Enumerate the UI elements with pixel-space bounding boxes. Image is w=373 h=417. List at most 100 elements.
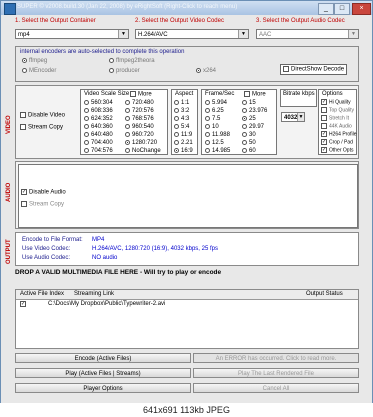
radio-button[interactable] [174, 148, 179, 153]
video-option-checkbox[interactable]: Other Opts [321, 147, 353, 153]
col-active[interactable]: Active [20, 291, 36, 297]
radio-button[interactable] [84, 108, 89, 113]
title-bar[interactable]: SUPER © v2008.build.30 (Jan 22, 2008) by… [1, 1, 372, 15]
scale-option[interactable]: 720:480 [125, 100, 154, 106]
checkbox[interactable] [321, 139, 327, 145]
scale-option[interactable]: 608:336 [84, 108, 113, 114]
radio-button[interactable] [125, 132, 130, 137]
radio-button[interactable] [242, 108, 247, 113]
fps-option[interactable]: 7.5 [205, 116, 220, 122]
audio-stream-copy-checkbox[interactable]: Stream Copy [21, 201, 64, 208]
disable-audio-checkbox[interactable]: Disable Audio [21, 189, 66, 196]
play-button[interactable]: Play (Active Files | Streams) [15, 368, 191, 378]
scale-more-checkbox[interactable]: More [130, 91, 152, 98]
radio-button[interactable] [205, 124, 210, 129]
radio-button[interactable] [242, 140, 247, 145]
scale-option[interactable]: 960:540 [125, 124, 154, 130]
scale-option[interactable]: NoChange [125, 148, 161, 154]
checkbox[interactable] [321, 131, 327, 137]
file-list[interactable]: Active File Index Streaming Link Output … [15, 289, 359, 349]
fps-option[interactable]: 10 [205, 124, 219, 130]
table-row[interactable]: 1 C:\Docs\My Dropbox\Public\Typewriter-2… [20, 301, 356, 309]
checkbox[interactable] [321, 115, 327, 121]
video-option-checkbox[interactable]: 44K Audio [321, 123, 352, 129]
radio-button[interactable] [174, 108, 179, 113]
radio-button[interactable] [125, 100, 130, 105]
fps-option[interactable]: 30 [242, 132, 256, 138]
radio-button[interactable] [205, 108, 210, 113]
video-stream-copy-checkbox[interactable]: Stream Copy [20, 124, 63, 131]
fps-option[interactable]: 60 [242, 148, 256, 154]
error-message-button[interactable]: An ERROR has occurred. Click to read mor… [193, 353, 359, 363]
audio-codec-select[interactable]: AAC ▼ [256, 29, 359, 39]
fps-option[interactable]: 14.985 [205, 148, 230, 154]
video-option-checkbox[interactable]: H264 Profile [321, 131, 357, 137]
fps-option[interactable]: 15 [242, 100, 256, 106]
encode-button[interactable]: Encode (Active Files) [15, 353, 191, 363]
fps-option[interactable]: 25 [242, 116, 256, 122]
radio-button[interactable] [205, 132, 210, 137]
close-button[interactable]: × [352, 3, 371, 15]
fps-option[interactable]: 29.97 [242, 124, 264, 130]
radio-button[interactable] [84, 116, 89, 121]
fps-option[interactable]: 6.25 [205, 108, 224, 114]
radio-button[interactable] [205, 100, 210, 105]
row-active-checkbox[interactable] [20, 301, 26, 307]
aspect-option[interactable]: 5:4 [174, 124, 189, 130]
aspect-option[interactable]: 16:9 [174, 148, 193, 154]
radio-button[interactable] [174, 100, 179, 105]
scale-option[interactable]: 640:360 [84, 124, 113, 130]
radio-button[interactable] [84, 148, 89, 153]
aspect-option[interactable]: 2.21 [174, 140, 193, 146]
aspect-option[interactable]: 3:2 [174, 108, 189, 114]
radio-button[interactable] [174, 124, 179, 129]
video-option-checkbox[interactable]: Top Quality [321, 107, 354, 113]
scale-option[interactable]: 1280:720 [125, 140, 157, 146]
radio-button[interactable] [125, 116, 130, 121]
radio-button[interactable] [174, 116, 179, 121]
radio-button[interactable] [125, 108, 130, 113]
radio-button[interactable] [174, 140, 179, 145]
video-codec-select[interactable]: H.264/AVC ▼ [135, 29, 249, 39]
scale-option[interactable]: 704:400 [84, 140, 113, 146]
checkbox[interactable] [321, 123, 327, 129]
aspect-option[interactable]: 11:9 [174, 132, 192, 138]
checkbox[interactable] [321, 99, 327, 105]
scale-option[interactable]: 720:576 [125, 108, 154, 114]
fps-option[interactable]: 5.994 [205, 100, 227, 106]
radio-button[interactable] [242, 132, 247, 137]
radio-button[interactable] [242, 148, 247, 153]
fps-more-checkbox[interactable]: More [244, 91, 266, 98]
radio-button[interactable] [125, 124, 130, 129]
fps-option[interactable]: 50 [242, 140, 256, 146]
col-streaming-link[interactable]: Streaming Link [74, 291, 114, 297]
scale-option[interactable]: 960:720 [125, 132, 154, 138]
radio-button[interactable] [205, 148, 210, 153]
player-options-button[interactable]: Player Options [15, 383, 191, 393]
col-file-index[interactable]: File Index [38, 291, 64, 297]
radio-button[interactable] [242, 116, 247, 121]
video-option-checkbox[interactable]: Crop / Pad [321, 139, 353, 145]
fps-option[interactable]: 11.988 [205, 132, 230, 138]
bitrate-select[interactable]: 4032 ▼ [281, 112, 305, 122]
aspect-option[interactable]: 1:1 [174, 100, 189, 106]
maximize-button[interactable]: □ [334, 3, 350, 15]
fps-option[interactable]: 12.5 [205, 140, 224, 146]
minimize-button[interactable]: _ [318, 3, 334, 15]
fps-option[interactable]: 23.976 [242, 108, 267, 114]
radio-button[interactable] [84, 140, 89, 145]
radio-button[interactable] [125, 140, 130, 145]
checkbox[interactable] [321, 107, 327, 113]
radio-button[interactable] [242, 100, 247, 105]
directshow-decode-checkbox[interactable]: DirectShow Decode [280, 64, 348, 75]
video-option-checkbox[interactable]: Hi Quality [321, 99, 351, 105]
checkbox[interactable] [321, 147, 327, 153]
container-select[interactable]: mp4 ▼ [15, 29, 129, 39]
radio-button[interactable] [205, 116, 210, 121]
radio-button[interactable] [242, 124, 247, 129]
radio-button[interactable] [174, 132, 179, 137]
radio-button[interactable] [205, 140, 210, 145]
aspect-option[interactable]: 4:3 [174, 116, 189, 122]
radio-button[interactable] [84, 124, 89, 129]
disable-video-checkbox[interactable]: Disable Video [20, 112, 65, 119]
